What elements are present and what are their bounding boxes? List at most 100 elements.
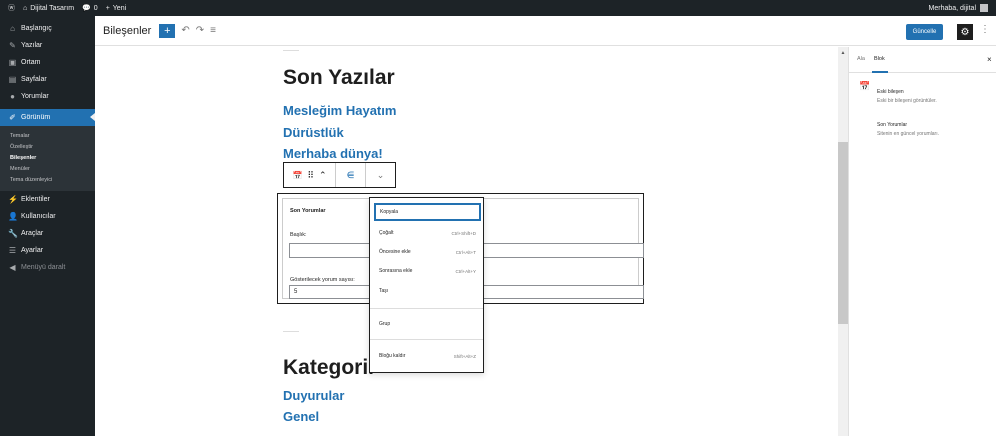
sidebar-item-label: Başlangıç bbox=[21, 25, 52, 32]
settings-sidebar: Ala Blok × 📅 Eski bileşen Eski bir bileş… bbox=[848, 47, 996, 436]
page-title: Bileşenler bbox=[103, 24, 152, 37]
submenu-item-theme-editor[interactable]: Tema düzenleyici bbox=[0, 174, 95, 185]
menu-item-group[interactable]: Grup bbox=[375, 316, 480, 332]
align-icon[interactable]: ⋹ bbox=[336, 163, 366, 187]
menu-separator bbox=[370, 339, 483, 340]
menu-item-label: Grup bbox=[379, 321, 391, 327]
sidebar-item-settings[interactable]: ☰ Ayarlar bbox=[0, 242, 95, 259]
plugin-icon: ⚡ bbox=[8, 195, 18, 204]
sidebar-item-plugins[interactable]: ⚡ Eklentiler bbox=[0, 191, 95, 208]
post-link-3[interactable]: Merhaba dünya! bbox=[283, 146, 383, 161]
sidebar-item-label: Kullanıcılar bbox=[21, 213, 56, 220]
more-options-icon[interactable]: ⋮ bbox=[980, 24, 990, 35]
post-link-1[interactable]: Mesleğim Hayatım bbox=[283, 103, 396, 118]
settings-gear-icon[interactable]: ⚙ bbox=[957, 24, 973, 40]
calendar-icon: 📅 bbox=[859, 81, 871, 91]
sidebar-item-users[interactable]: 👤 Kullanıcılar bbox=[0, 208, 95, 225]
scrollbar-thumb[interactable] bbox=[838, 142, 848, 324]
block-toolbar: 📅 ⠿ ⌃ ⋹ ⌄ bbox=[283, 162, 396, 188]
settings-icon: ☰ bbox=[8, 246, 17, 255]
site-name-link[interactable]: ⌂ Dijital Tasarım bbox=[23, 5, 74, 12]
wordpress-logo-icon[interactable]: ⓦ bbox=[8, 3, 15, 13]
count-field-label: Gösterilecek yorum sayısı: bbox=[290, 277, 355, 283]
sidebar-item-label: Sayfalar bbox=[21, 76, 47, 83]
menu-item-label: Çoğalt bbox=[379, 230, 394, 236]
sidebar-item-label: Ortam bbox=[21, 59, 41, 66]
page-icon: ▤ bbox=[8, 75, 17, 84]
menu-item-label: Bloğu kaldır bbox=[379, 353, 406, 359]
sidebar-item-pages[interactable]: ▤ Sayfalar bbox=[0, 71, 95, 88]
menu-item-label: Öncesine ekle bbox=[379, 249, 411, 255]
menu-item-copy[interactable]: Kopyala bbox=[375, 204, 480, 220]
submenu-item-menus[interactable]: Menüler bbox=[0, 163, 95, 174]
account-menu[interactable]: Merhaba, dijital bbox=[929, 4, 988, 12]
user-icon: 👤 bbox=[8, 212, 18, 221]
shortcut-text: Ctrl+Alt+T bbox=[455, 249, 476, 255]
menu-item-label: Kopyala bbox=[380, 209, 399, 215]
drag-handle-icon[interactable]: ⠿ bbox=[307, 170, 314, 181]
submenu-item-customize[interactable]: Özelleştir bbox=[0, 141, 95, 152]
greeting-text: Merhaba, dijital bbox=[928, 4, 976, 12]
close-icon[interactable]: × bbox=[987, 55, 992, 64]
sidebar-item-comments[interactable]: ● Yorumlar bbox=[0, 88, 95, 105]
appearance-submenu: Temalar Özelleştir Bileşenler Menüler Te… bbox=[0, 126, 95, 191]
comments-count: 0 bbox=[93, 4, 98, 12]
post-link-2[interactable]: Dürüstlük bbox=[283, 125, 344, 140]
comments-link[interactable]: 💬 0 bbox=[82, 4, 98, 13]
sidebar-item-appearance[interactable]: ✐ Görünüm bbox=[0, 109, 95, 126]
menu-item-insert-before[interactable]: Öncesine ekle Ctrl+Alt+T bbox=[375, 244, 480, 260]
sidebar-item-tools[interactable]: 🔧 Araçlar bbox=[0, 225, 95, 242]
collapse-menu-button[interactable]: ◀ Menüyü daralt bbox=[0, 259, 95, 276]
separator bbox=[283, 331, 299, 332]
move-up-down-icon[interactable]: ⌃ bbox=[319, 170, 327, 181]
sidebar-item-label: Ayarlar bbox=[21, 247, 44, 254]
submenu-item-widgets[interactable]: Bileşenler bbox=[0, 152, 95, 163]
title-field-label: Başlık: bbox=[290, 232, 307, 238]
new-content-link[interactable]: + Yeni bbox=[106, 5, 126, 12]
menu-item-duplicate[interactable]: Çoğalt Ctrl+Shift+D bbox=[375, 225, 480, 241]
block-title: Eski bileşen bbox=[877, 89, 904, 95]
submenu-item-themes[interactable]: Temalar bbox=[0, 130, 95, 141]
add-block-button[interactable]: + bbox=[159, 23, 176, 38]
calendar-icon[interactable]: 📅 bbox=[292, 171, 302, 180]
sidebar-item-posts[interactable]: ✎ Yazılar bbox=[0, 37, 95, 54]
block-description: Eski bir bileşeni görüntüler. bbox=[877, 98, 937, 104]
menu-item-remove-block[interactable]: Bloğu kaldır Shift+Alt+Z bbox=[375, 348, 480, 364]
block-type-group[interactable]: 📅 ⠿ ⌃ bbox=[284, 163, 336, 187]
scroll-up-arrow-icon[interactable]: ▲ bbox=[838, 50, 848, 56]
active-tab-indicator bbox=[872, 71, 888, 73]
update-button[interactable]: Güncelle bbox=[906, 24, 943, 40]
menu-item-insert-after[interactable]: Sonrasına ekle Ctrl+Alt+Y bbox=[375, 263, 480, 279]
heading-categories[interactable]: Kategoril bbox=[283, 356, 374, 380]
comment-icon: ● bbox=[10, 92, 15, 101]
more-options-chevron-icon[interactable]: ⌄ bbox=[366, 163, 395, 187]
redo-icon[interactable]: ↷ bbox=[196, 25, 204, 36]
menu-item-label: Sonrasına ekle bbox=[379, 268, 413, 274]
pin-icon: ✎ bbox=[9, 41, 16, 50]
widget-name: Son Yorumlar bbox=[877, 122, 908, 128]
media-icon: ▣ bbox=[8, 58, 17, 67]
undo-icon[interactable]: ↶ bbox=[181, 25, 189, 36]
heading-recent-posts[interactable]: Son Yazılar bbox=[283, 66, 395, 90]
sidebar-item-label: Görünüm bbox=[21, 114, 51, 121]
tab-block[interactable]: Blok bbox=[874, 56, 885, 62]
sidebar-item-label: Araçlar bbox=[21, 230, 44, 237]
sidebar-item-media[interactable]: ▣ Ortam bbox=[0, 54, 95, 71]
shortcut-text: Shift+Alt+Z bbox=[453, 353, 476, 359]
menu-separator bbox=[370, 308, 483, 309]
shortcut-text: Ctrl+Shift+D bbox=[451, 230, 476, 236]
menu-item-move[interactable]: Taşı bbox=[375, 283, 480, 299]
tab-area[interactable]: Ala bbox=[857, 56, 865, 62]
settings-tabs: Ala Blok × bbox=[849, 47, 996, 73]
site-name: Dijital Tasarım bbox=[30, 4, 75, 12]
list-view-icon[interactable]: ≡ bbox=[210, 25, 216, 36]
category-link-2[interactable]: Genel bbox=[283, 409, 319, 424]
sidebar-item-label: Yazılar bbox=[21, 42, 43, 49]
sidebar-item-dashboard[interactable]: ⌂ Başlangıç bbox=[0, 20, 95, 37]
new-label: Yeni bbox=[112, 4, 127, 12]
collapse-icon: ◀ bbox=[9, 263, 16, 272]
category-link-1[interactable]: Duyurular bbox=[283, 388, 344, 403]
block-options-menu: Kopyala Çoğalt Ctrl+Shift+D Öncesine ekle… bbox=[369, 197, 484, 373]
widget-description: Sitenin en güncel yorumları. bbox=[877, 131, 939, 137]
avatar bbox=[980, 4, 988, 12]
